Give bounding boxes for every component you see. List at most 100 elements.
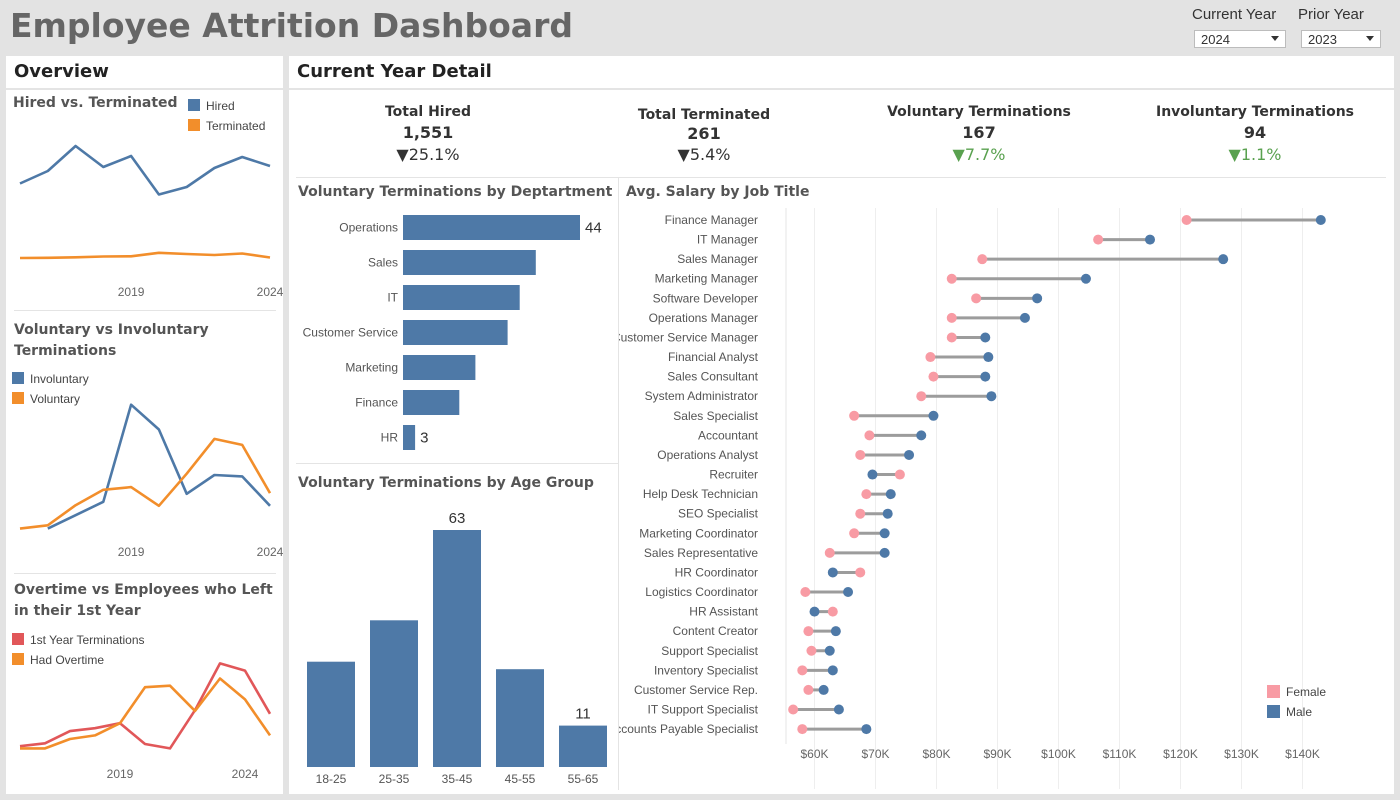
kpi-title: Involuntary Terminations <box>1156 104 1354 120</box>
age-label: 35-45 <box>442 772 473 786</box>
dept-bar <box>403 355 476 380</box>
legend-swatch <box>1267 705 1280 718</box>
male-salary-point <box>1218 254 1229 265</box>
male-salary-point <box>1080 273 1091 284</box>
female-salary-point <box>797 724 808 735</box>
dept-label: HR <box>381 431 399 445</box>
overview-header: Overview <box>14 61 109 82</box>
female-salary-point <box>849 528 860 539</box>
male-salary-point <box>1032 293 1043 304</box>
job-label: Accounts Payable Specialist <box>619 722 759 736</box>
age-chart-title: Voluntary Terminations by Age Group <box>298 475 594 491</box>
age-bar <box>559 725 607 767</box>
x-tick-label: $70K <box>861 747 889 761</box>
male-salary-point <box>809 606 820 617</box>
female-salary-point <box>806 645 817 656</box>
dept-label: Sales <box>368 256 398 270</box>
male-salary-point <box>827 665 838 676</box>
prior-year-label: Prior Year <box>1298 6 1364 23</box>
male-salary-point <box>1315 215 1326 225</box>
dept-bar <box>403 425 416 450</box>
kpi-title: Total Terminated <box>637 107 771 123</box>
current-year-label: Current Year <box>1192 6 1277 23</box>
female-salary-point <box>916 391 927 402</box>
chevron-down-icon <box>1271 36 1279 41</box>
job-label: System Administrator <box>645 389 758 403</box>
kpi-title: Voluntary Terminations <box>887 104 1071 120</box>
kpi-change: ▼1.1% <box>1228 145 1282 164</box>
male-salary-point <box>861 724 872 735</box>
dept-label: Finance <box>355 396 398 410</box>
kpi-title: Total Hired <box>384 104 472 120</box>
current-year-value: 2024 <box>1201 32 1230 47</box>
male-salary-point <box>980 332 991 343</box>
female-salary-point <box>855 567 866 578</box>
female-salary-point <box>928 371 939 382</box>
vol-vs-invol-chart: 2019 2024 <box>19 403 283 559</box>
female-salary-point <box>1093 234 1104 245</box>
x-tick-label: $80K <box>922 747 950 761</box>
current-year-select[interactable]: 2024 <box>1194 30 1286 48</box>
male-salary-point <box>916 430 927 441</box>
kpi-change: ▼5.4% <box>677 145 731 164</box>
age-label: 45-55 <box>505 772 536 786</box>
male-salary-point <box>867 469 878 480</box>
dept-chart-title: Voluntary Terminations by Deptartment <box>298 184 613 200</box>
job-label: Customer Service Rep. <box>634 683 758 697</box>
job-label: Accountant <box>698 428 759 442</box>
dept-bar <box>403 285 520 310</box>
age-bar <box>433 530 481 767</box>
female-salary-point <box>977 254 988 265</box>
age-label: 55-65 <box>568 772 599 786</box>
job-label: IT Manager <box>697 233 758 247</box>
male-salary-point <box>824 645 835 656</box>
overview-panel: Overview Hired vs. Terminated Hired Term… <box>6 56 283 794</box>
overview-divider <box>14 573 276 574</box>
kpi-involuntary-terminations: Involuntary Terminations 94 ▼1.1% <box>1145 104 1365 164</box>
dashboard-title: Employee Attrition Dashboard <box>10 6 573 45</box>
kpi-divider <box>296 177 1386 178</box>
job-label: Content Creator <box>673 624 758 638</box>
prior-year-select[interactable]: 2023 <box>1301 30 1381 48</box>
vol-vs-invol-title: Voluntary vs Involuntary Terminations <box>14 322 209 359</box>
job-label: Customer Service Manager <box>619 330 758 344</box>
x-tick-label: 2024 <box>257 545 283 559</box>
male-salary-point <box>986 391 997 402</box>
prior-year-value: 2023 <box>1308 32 1337 47</box>
male-salary-point <box>879 547 890 558</box>
kpi-value: 1,551 <box>402 123 454 142</box>
dept-label: Customer Service <box>303 326 399 340</box>
line-voluntary <box>19 437 272 530</box>
female-salary-point <box>855 508 866 519</box>
male-salary-point <box>879 528 890 539</box>
female-salary-point <box>827 606 838 617</box>
dept-bar <box>403 390 460 415</box>
female-salary-point <box>800 587 811 598</box>
age-bar <box>496 669 544 767</box>
female-salary-point <box>803 684 814 695</box>
job-label: Finance Manager <box>665 213 758 227</box>
overview-divider <box>14 310 276 311</box>
x-tick-label: $110K <box>1103 747 1137 761</box>
job-label: IT Support Specialist <box>647 703 758 717</box>
dept-bar <box>403 250 536 275</box>
line-terminated <box>19 251 271 260</box>
male-salary-point <box>928 410 939 421</box>
job-label: Operations Analyst <box>657 448 758 462</box>
kpi-total-hired: Total Hired 1,551 ▼25.1% <box>318 104 538 164</box>
job-label: SEO Specialist <box>678 507 759 521</box>
female-salary-point <box>861 489 872 500</box>
hired-vs-terminated-chart: 2019 2024 <box>19 144 283 299</box>
dept-label: Operations <box>339 221 398 235</box>
salary-chart-title: Avg. Salary by Job Title <box>626 184 810 200</box>
female-salary-point <box>894 469 905 480</box>
male-salary-point <box>980 371 991 382</box>
overtime-chart: 2019 2024 <box>19 662 272 781</box>
x-tick-label: 2019 <box>118 285 145 299</box>
job-label: Marketing Coordinator <box>639 526 758 540</box>
job-label: Logistics Coordinator <box>645 585 758 599</box>
dept-data-label: 44 <box>585 220 602 237</box>
female-salary-point <box>946 273 957 284</box>
legend-label: Female <box>1286 685 1326 699</box>
overview-divider <box>6 88 283 90</box>
